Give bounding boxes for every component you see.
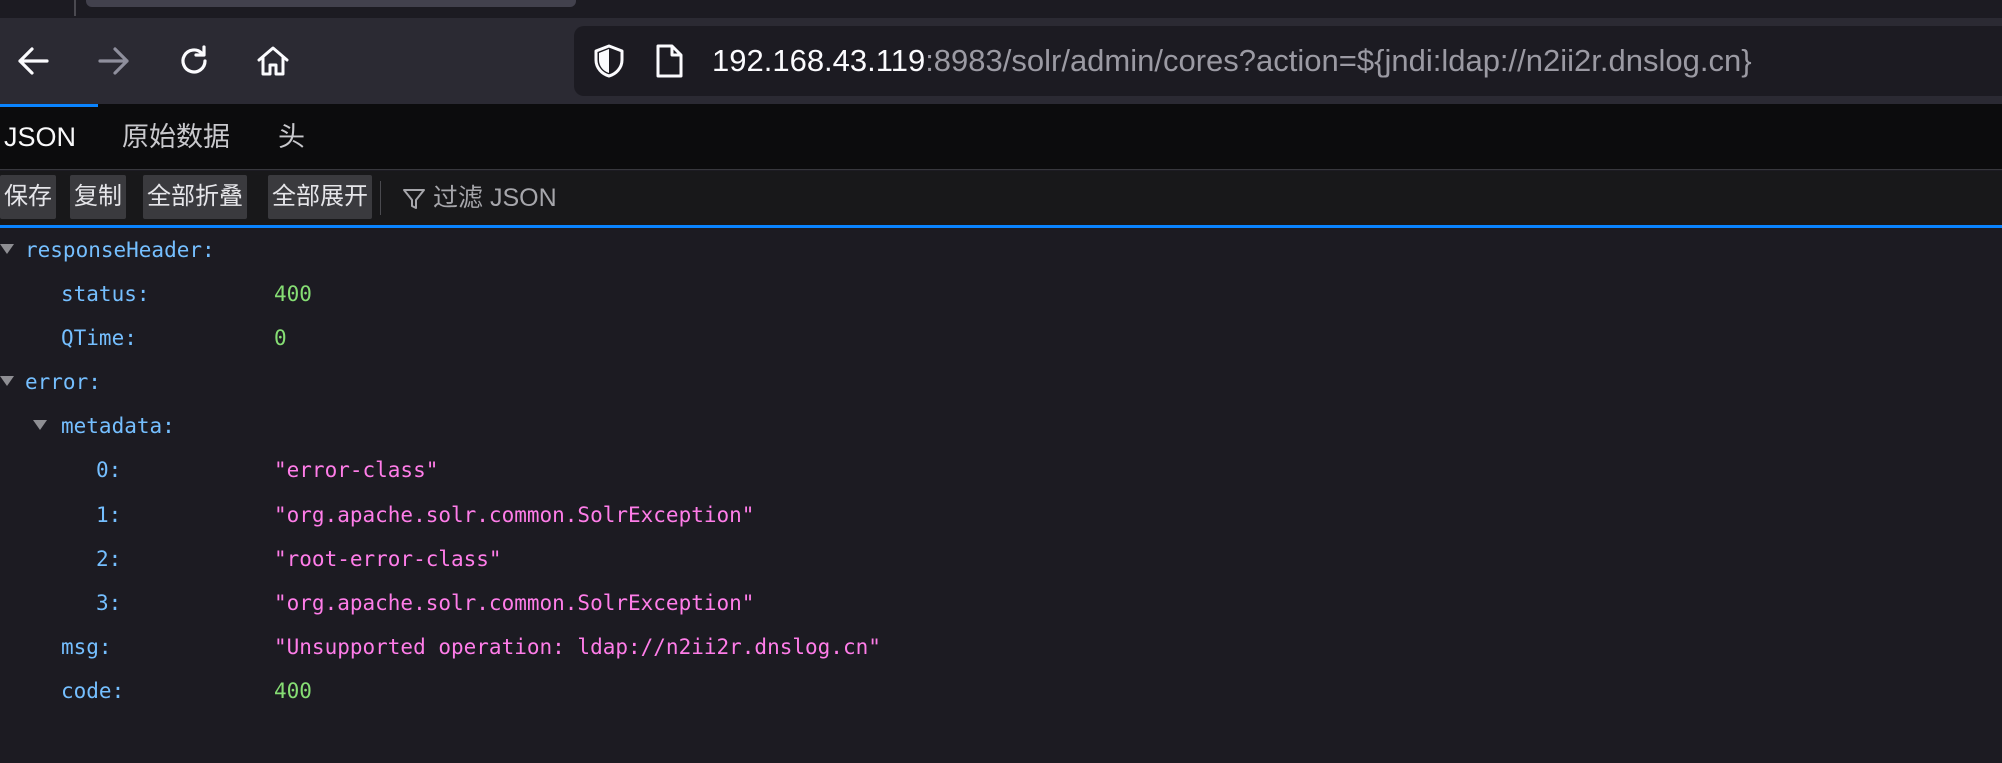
url-host: 192.168.43.119 [712,43,926,78]
navigation-toolbar: 192.168.43.119:8983/solr/admin/cores?act… [0,18,2002,104]
json-key: error: [25,370,101,394]
tab-headers[interactable]: 头 [278,104,305,170]
url-text[interactable]: 192.168.43.119:8983/solr/admin/cores?act… [712,38,1752,84]
json-key: metadata: [61,414,175,438]
tree-row-metadata-2[interactable]: 2: "root-error-class" [0,537,2002,581]
back-arrow-icon [18,47,49,75]
json-key: responseHeader: [25,238,215,262]
url-path: :8983/solr/admin/cores?action=${jndi:lda… [925,43,1752,78]
tree-row-responseheader[interactable]: responseHeader: [0,228,2002,272]
tab-divider [74,0,76,16]
save-button[interactable]: 保存 [0,175,56,219]
json-value: 400 [274,679,312,703]
json-toolbar: 保存 复制 全部折叠 全部展开 过滤 JSON [0,171,2002,228]
json-key: 0: [96,458,122,482]
toolbar-separator [380,181,381,215]
json-value: 400 [274,282,312,306]
json-tree: responseHeader: status: 400 QTime: 0 err… [0,228,2002,763]
json-value: "org.apache.solr.common.SolrException" [274,503,755,527]
forward-button[interactable] [91,38,137,84]
json-value: "root-error-class" [274,547,502,571]
json-viewer-tabs: JSON 原始数据 头 [0,104,2002,170]
json-key: msg: [61,635,112,659]
filter-json-input[interactable]: 过滤 JSON [433,176,557,220]
forward-arrow-icon [98,47,129,75]
page-info-icon[interactable] [654,43,684,79]
active-tab[interactable] [86,0,576,7]
address-bar[interactable]: 192.168.43.119:8983/solr/admin/cores?act… [574,26,2002,96]
tree-row-metadata-1[interactable]: 1: "org.apache.solr.common.SolrException… [0,493,2002,537]
collapse-all-button[interactable]: 全部折叠 [143,175,247,219]
tree-row-qtime[interactable]: QTime: 0 [0,316,2002,360]
json-key: 1: [96,503,122,527]
tab-json[interactable]: JSON [4,104,76,170]
reload-icon [181,45,207,74]
json-key: 2: [96,547,122,571]
json-value: "Unsupported operation: ldap://n2ii2r.dn… [274,635,881,659]
json-value: "org.apache.solr.common.SolrException" [274,591,755,615]
back-button[interactable] [10,38,56,84]
copy-button[interactable]: 复制 [70,175,126,219]
json-key: 3: [96,591,122,615]
expand-toggle-icon[interactable] [0,244,14,254]
tree-row-code[interactable]: code: 400 [0,669,2002,713]
tree-row-error[interactable]: error: [0,360,2002,404]
expand-toggle-icon[interactable] [0,376,14,386]
home-button[interactable] [250,38,296,84]
reload-button[interactable] [171,38,217,84]
json-key: status: [61,282,150,306]
tracking-protection-shield-icon[interactable] [592,43,626,79]
tab-strip [0,0,2002,18]
json-key: QTime: [61,326,137,350]
tree-row-msg[interactable]: msg: "Unsupported operation: ldap://n2ii… [0,625,2002,669]
tree-row-metadata[interactable]: metadata: [0,404,2002,448]
expand-all-button[interactable]: 全部展开 [268,175,372,219]
home-icon [257,46,289,76]
tab-raw-data[interactable]: 原始数据 [122,104,230,170]
filter-icon [403,189,425,209]
json-value: "error-class" [274,458,439,482]
tree-row-metadata-0[interactable]: 0: "error-class" [0,448,2002,492]
tree-row-metadata-3[interactable]: 3: "org.apache.solr.common.SolrException… [0,581,2002,625]
json-value: 0 [274,326,287,350]
json-key: code: [61,679,125,703]
tree-row-status[interactable]: status: 400 [0,272,2002,316]
expand-toggle-icon[interactable] [33,420,47,430]
